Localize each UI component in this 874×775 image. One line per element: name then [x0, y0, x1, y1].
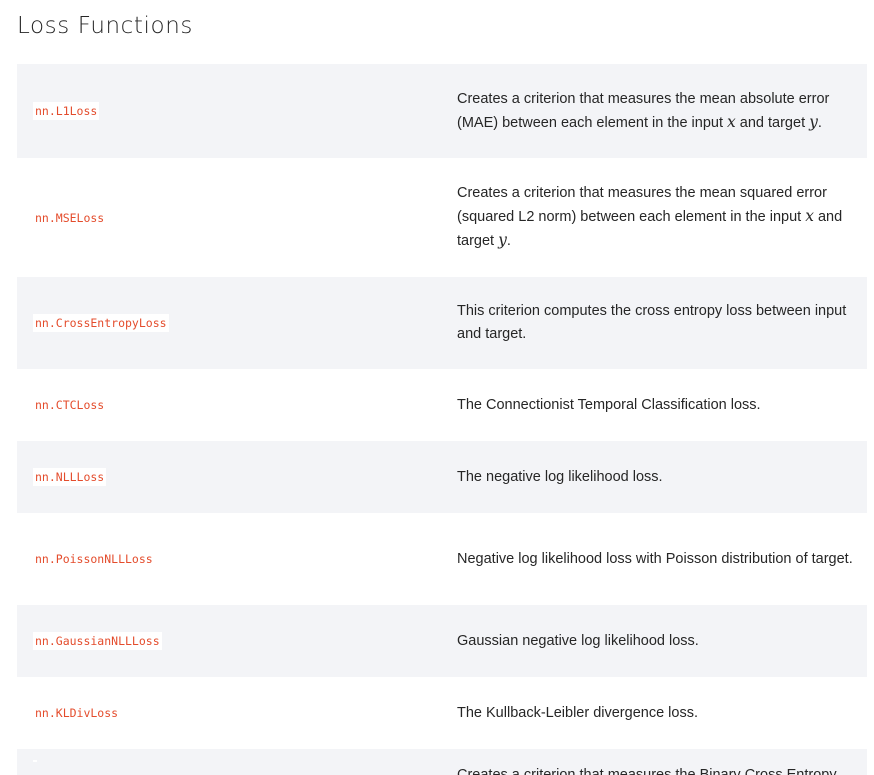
name-cell: nn.L1Loss — [17, 102, 457, 120]
l1loss-link[interactable]: nn.L1Loss — [33, 102, 100, 120]
math-variable: x — [727, 112, 736, 131]
name-cell: nn.CrossEntropyLoss — [17, 314, 457, 332]
table-row: nn.MSELoss Creates a criterion that meas… — [17, 158, 867, 277]
name-cell: nn.KLDivLoss — [17, 704, 457, 722]
table-row: nn.NLLLoss The negative log likelihood l… — [17, 441, 867, 513]
nllloss-link[interactable]: nn.NLLLoss — [33, 468, 107, 486]
table-row: nn.CrossEntropyLoss This criterion compu… — [17, 277, 867, 369]
table-row: nn.L1Loss Creates a criterion that measu… — [17, 64, 867, 158]
description-cell: The negative log likelihood loss. — [457, 468, 663, 485]
description-cell: Creates a criterion that measures the me… — [457, 90, 830, 131]
page-title: Loss Functions — [17, 13, 193, 39]
name-cell: nn.MSELoss — [17, 209, 457, 227]
table-row: Creates a criterion that measures the Bi… — [17, 749, 867, 775]
description-cell: Negative log likelihood loss with Poisso… — [457, 550, 853, 567]
gaussiannllloss-link[interactable]: nn.GaussianNLLLoss — [33, 632, 162, 650]
crossentropyloss-link[interactable]: nn.CrossEntropyLoss — [33, 314, 169, 332]
description-cell: Gaussian negative log likelihood loss. — [457, 632, 699, 649]
name-cell — [17, 749, 457, 767]
kldivloss-link[interactable]: nn.KLDivLoss — [33, 704, 120, 722]
table-row: nn.KLDivLoss The Kullback-Leibler diverg… — [17, 677, 867, 749]
description-cell: This criterion computes the cross entrop… — [457, 303, 847, 342]
name-cell: nn.CTCLoss — [17, 396, 457, 414]
name-cell: nn.GaussianNLLLoss — [17, 632, 457, 650]
math-variable: y — [809, 112, 818, 131]
description-cell: The Connectionist Temporal Classificatio… — [457, 396, 761, 413]
mseloss-link[interactable]: nn.MSELoss — [33, 209, 106, 227]
name-cell: nn.NLLLoss — [17, 468, 457, 486]
name-cell: nn.PoissonNLLLoss — [17, 550, 457, 568]
table-row: nn.PoissonNLLLoss Negative log likelihoo… — [17, 513, 867, 605]
loss-functions-table: nn.L1Loss Creates a criterion that measu… — [17, 64, 867, 775]
math-variable: y — [498, 231, 507, 249]
description-cell: Creates a criterion that measures the Bi… — [457, 767, 837, 775]
description-cell: The Kullback-Leibler divergence loss. — [457, 704, 698, 721]
description-cell: Creates a criterion that measures the me… — [457, 185, 843, 249]
table-row: nn.CTCLoss The Connectionist Temporal Cl… — [17, 369, 867, 441]
poissonnllloss-link[interactable]: nn.PoissonNLLLoss — [33, 550, 155, 568]
bceloss-link[interactable] — [33, 760, 37, 762]
math-variable: x — [805, 207, 814, 225]
ctcloss-link[interactable]: nn.CTCLoss — [33, 396, 106, 414]
table-row: nn.GaussianNLLLoss Gaussian negative log… — [17, 605, 867, 677]
